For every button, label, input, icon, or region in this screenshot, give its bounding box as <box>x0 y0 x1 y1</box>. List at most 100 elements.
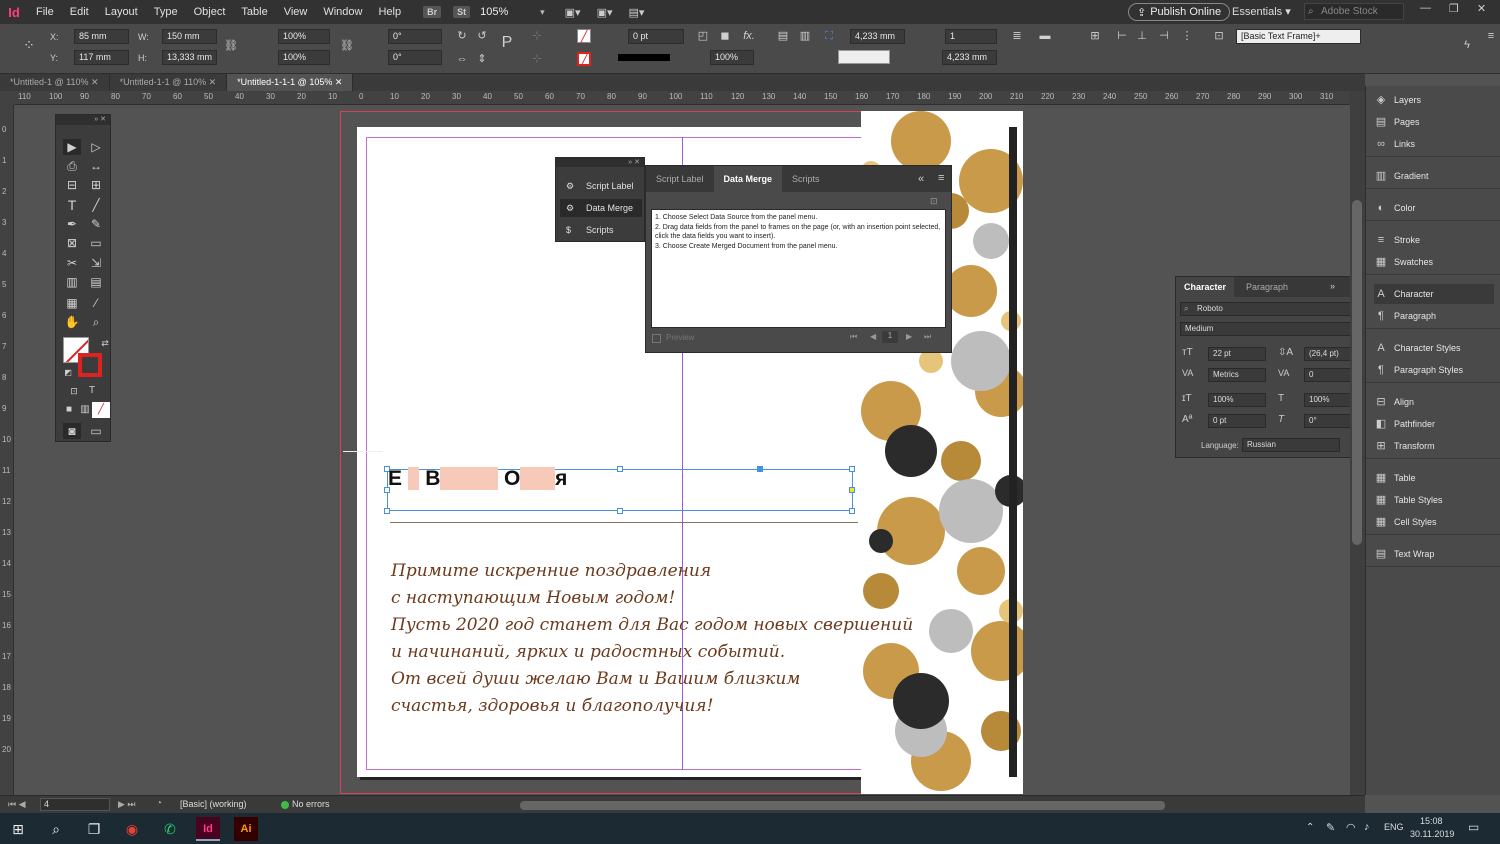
drop-shadow-icon[interactable]: ◼ <box>718 29 732 43</box>
volume-icon[interactable]: ♪ <box>1364 821 1370 833</box>
fill-swatch-icon[interactable]: ╱ <box>577 29 591 43</box>
rotate-field[interactable]: 0° <box>388 29 442 44</box>
align-center-icon[interactable]: ▥ <box>798 29 812 43</box>
tab-character[interactable]: Character <box>1176 277 1235 297</box>
scale-y-field[interactable]: 100% <box>278 50 330 65</box>
next-page-icon[interactable]: ▶ ⏭ <box>118 799 136 810</box>
language-select[interactable]: Russian <box>1242 438 1340 452</box>
stroke-type-preview[interactable] <box>618 54 670 61</box>
gutter-a-field[interactable]: 4,233 mm <box>850 29 905 44</box>
pen-tray-icon[interactable]: ✎ <box>1326 821 1335 834</box>
apply-none-icon[interactable]: ╱ <box>92 402 110 418</box>
reference-point-icon[interactable]: ⁘ <box>22 38 36 52</box>
workspace-switcher[interactable]: Essentials ▾ <box>1232 5 1291 18</box>
justify-icon[interactable]: ≣ <box>1010 29 1024 43</box>
dock-item-cell-styles[interactable]: ▦ Cell Styles <box>1374 512 1494 532</box>
minimize-icon[interactable]: — <box>1420 2 1431 15</box>
align-left-edges-icon[interactable]: ⊢ <box>1115 29 1129 43</box>
gradient-swatch-tool-icon[interactable]: ▥ <box>63 274 81 290</box>
chevron-down-icon[interactable]: ▾ <box>540 7 545 18</box>
collapse-panel-icon[interactable]: » <box>1330 281 1335 291</box>
rectangle-frame-tool-icon[interactable]: ⊠ <box>63 235 81 251</box>
whatsapp-icon[interactable]: ✆ <box>158 817 182 841</box>
arrange-documents-icon[interactable]: ▤▾ <box>628 6 644 19</box>
ruler-origin[interactable] <box>0 91 14 105</box>
illustrator-taskbar-icon[interactable]: Ai <box>234 817 258 841</box>
stock-button[interactable]: St <box>453 6 471 18</box>
dock-item-character-styles[interactable]: A Character Styles <box>1374 338 1494 358</box>
dock-item-layers[interactable]: ◈ Layers <box>1374 90 1494 110</box>
greeting-text-frame[interactable]: Примите искренние поздравления с наступа… <box>391 558 913 720</box>
previous-record-icon[interactable]: ◀ <box>870 332 876 341</box>
rotate-ccw-icon[interactable]: ↺ <box>475 29 489 43</box>
windows-start-icon[interactable]: ⊞ <box>6 817 30 841</box>
zoom-level-select[interactable]: 105% <box>480 6 540 18</box>
record-number-field[interactable]: 1 <box>882 331 898 343</box>
swap-fill-stroke-icon[interactable]: ⇄ <box>96 335 114 351</box>
align-horizontal-centers-icon[interactable]: ⊥ <box>1135 29 1149 43</box>
tab-scripts[interactable]: Scripts <box>782 166 830 192</box>
dock-item-stroke[interactable]: ≡ Stroke <box>1374 230 1494 250</box>
close-icon[interactable]: ✕ <box>91 77 99 87</box>
span-columns-icon[interactable]: ▬ <box>1038 29 1052 43</box>
gutter-b-field[interactable]: 4,233 mm <box>942 50 997 65</box>
frame-handle[interactable] <box>617 466 623 472</box>
preflight-profile[interactable]: [Basic] (working) <box>180 799 247 809</box>
frame-handle[interactable] <box>849 466 855 472</box>
menu-window[interactable]: Window <box>315 6 370 18</box>
pen-tool-icon[interactable]: ✒ <box>63 216 81 232</box>
frame-handle[interactable] <box>849 508 855 514</box>
dock-item-paragraph[interactable]: ¶ Paragraph <box>1374 306 1494 326</box>
type-tool-icon[interactable]: T <box>63 197 81 213</box>
constrain-scale-icon[interactable]: ⛓ <box>340 39 354 53</box>
panel-menu-icon[interactable]: ≡ <box>938 172 944 184</box>
menu-help[interactable]: Help <box>370 6 409 18</box>
frame-handle[interactable] <box>617 508 623 514</box>
shear-field[interactable]: 0° <box>388 50 442 65</box>
error-status[interactable]: No errors <box>292 799 330 809</box>
page-number-field[interactable]: 4 <box>40 798 110 811</box>
chrome-icon[interactable]: ◉ <box>120 817 144 841</box>
content-collector-icon[interactable]: ⊟ <box>63 177 81 193</box>
pencil-tool-icon[interactable]: ✎ <box>87 216 105 232</box>
free-transform-tool-icon[interactable]: ⇲ <box>87 255 105 271</box>
dock-item-links[interactable]: ∞ Links <box>1374 134 1494 154</box>
panel-close-icon[interactable]: » ✕ <box>556 158 644 167</box>
out-port-handle[interactable] <box>849 487 855 493</box>
auto-fit-icon[interactable]: ⛶ <box>822 29 836 43</box>
screen-mode-icon[interactable]: ▣▾ <box>597 6 613 19</box>
default-colors-icon[interactable]: ◩ <box>59 365 77 381</box>
panel-menu-icon[interactable]: ≡ <box>1484 29 1498 43</box>
frame-handle[interactable] <box>757 466 763 472</box>
menu-edit[interactable]: Edit <box>62 6 97 18</box>
distribute-icon[interactable]: ⋮ <box>1180 29 1194 43</box>
tray-chevron-icon[interactable]: ⌃ <box>1306 822 1314 833</box>
dock-item-transform[interactable]: ⊞ Transform <box>1374 436 1494 456</box>
rectangle-tool-icon[interactable]: ▭ <box>87 235 105 251</box>
menu-table[interactable]: Table <box>233 6 275 18</box>
publish-online-button[interactable]: ⇪ Publish Online <box>1128 3 1231 21</box>
indesign-taskbar-icon[interactable]: Id <box>196 817 220 841</box>
vertical-scroll-thumb[interactable] <box>1352 200 1362 545</box>
width-field[interactable]: 150 mm <box>162 29 217 44</box>
lightning-icon[interactable]: ϟ <box>1460 38 1474 52</box>
dock-item-align[interactable]: ⊟ Align <box>1374 392 1494 412</box>
stroke-swatch-icon[interactable]: ╱ <box>577 52 591 67</box>
next-record-icon[interactable]: ▶ <box>906 332 912 341</box>
wifi-icon[interactable]: ◠ <box>1346 821 1356 834</box>
dock-item-pathfinder[interactable]: ◧ Pathfinder <box>1374 414 1494 434</box>
formatting-text-icon[interactable]: T <box>83 383 101 399</box>
data-merge-item[interactable]: ⚙ Data Merge <box>560 199 642 217</box>
dock-item-character[interactable]: A Character <box>1374 284 1494 304</box>
restore-icon[interactable]: ❐ <box>1449 2 1459 15</box>
clock-date[interactable]: 30.11.2019 <box>1410 829 1454 839</box>
note-tool-icon[interactable]: ▦ <box>63 295 81 311</box>
menu-view[interactable]: View <box>276 6 316 18</box>
object-style-select[interactable]: [Basic Text Frame]+ <box>1236 29 1361 44</box>
view-options-icon[interactable]: ▣▾ <box>565 6 581 19</box>
font-family-field[interactable]: ⌕ Roboto <box>1180 302 1358 316</box>
dock-item-pages[interactable]: ▤ Pages <box>1374 112 1494 132</box>
frame-style-icon[interactable]: ⊡ <box>1212 29 1226 43</box>
effects-icon[interactable]: fx. <box>742 29 756 43</box>
dock-item-swatches[interactable]: ▦ Swatches <box>1374 252 1494 272</box>
